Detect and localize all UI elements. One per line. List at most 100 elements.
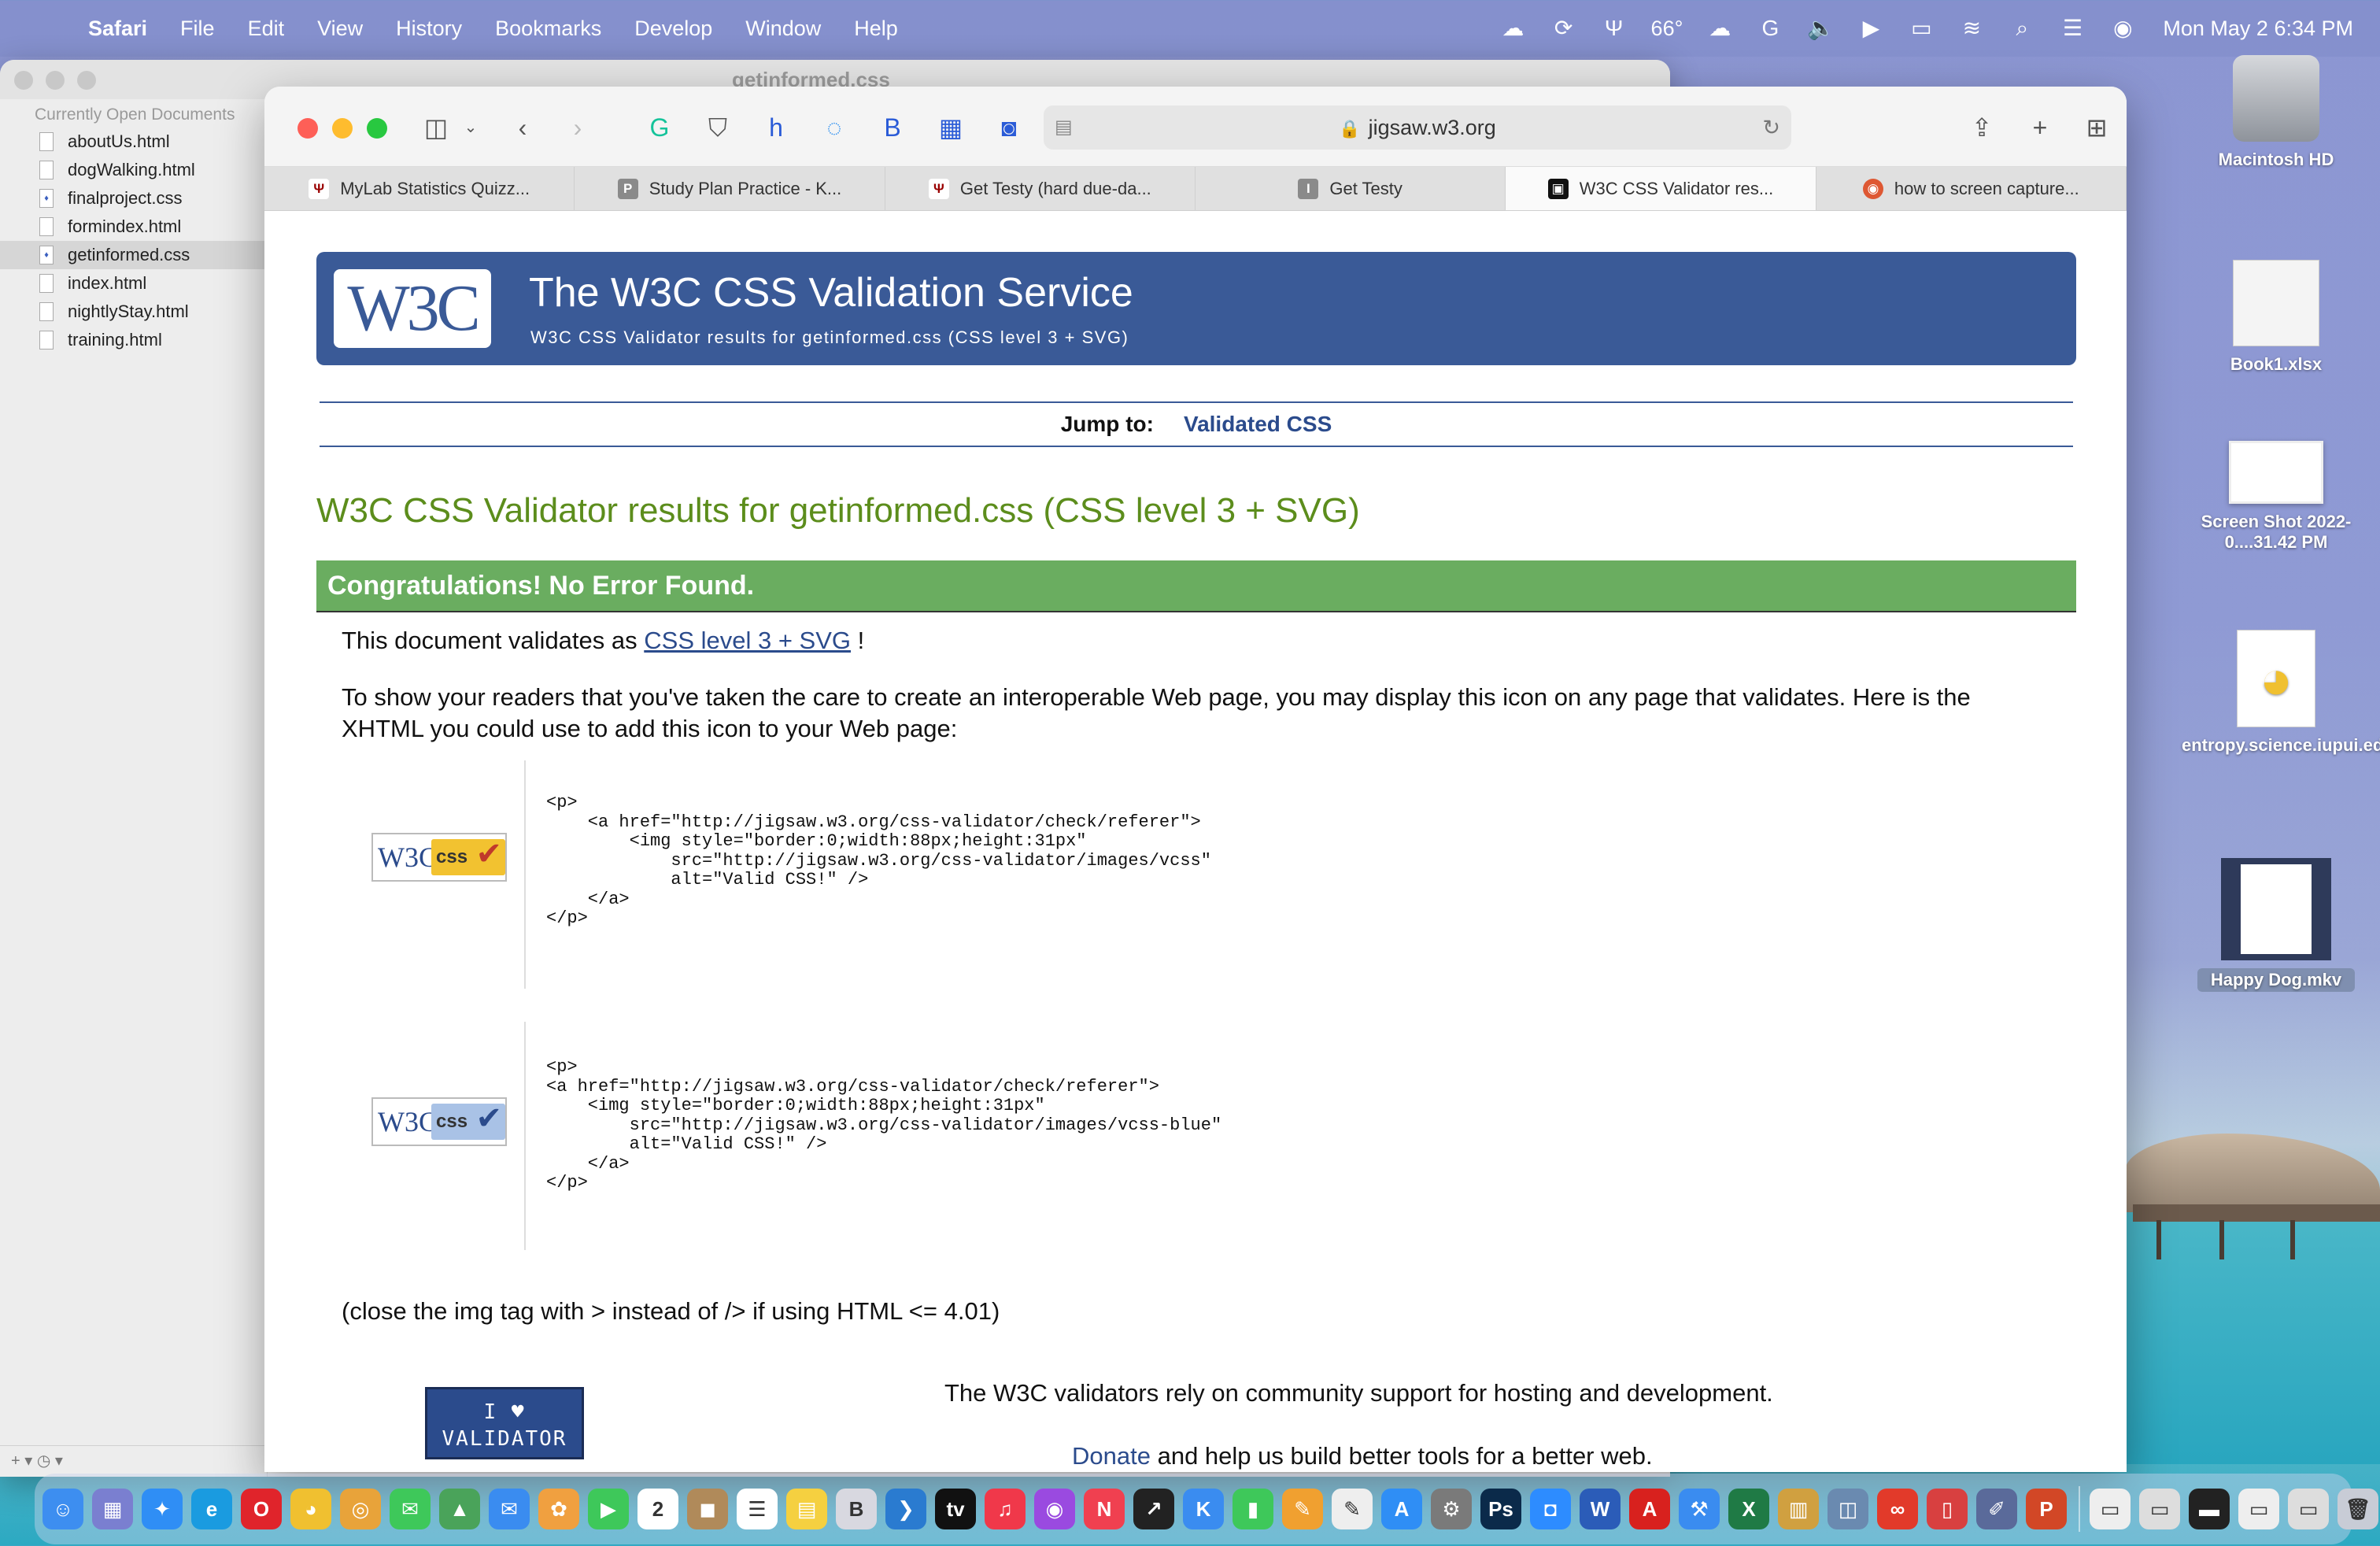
privacy-shield-icon[interactable]: ⛉	[700, 110, 735, 145]
circle-extension-icon[interactable]: ◌	[817, 110, 852, 145]
dock-app-facetime-icon[interactable]: ▶	[588, 1489, 629, 1529]
document-item[interactable]: index.html	[0, 269, 267, 298]
dock-app-reminders-icon[interactable]: ☰	[737, 1489, 778, 1529]
control-center-icon[interactable]: ☰	[2059, 15, 2086, 42]
dock-app-maps-icon[interactable]: ▲	[439, 1489, 480, 1529]
menu-window[interactable]: Window	[745, 17, 821, 41]
share-icon[interactable]: ⇪	[1964, 110, 1999, 145]
menu-help[interactable]: Help	[854, 17, 898, 41]
siri-icon[interactable]: ◉	[2109, 15, 2136, 42]
i-love-validator-badge[interactable]: I ♥ VALIDATOR	[425, 1387, 584, 1459]
valid-css-badge-gold[interactable]: W3C css ✔	[371, 833, 507, 882]
sidebar-footer-controls[interactable]: + ▾ ◷ ▾	[0, 1445, 268, 1477]
document-item[interactable]: ♦ finalproject.css	[0, 184, 267, 213]
document-item-selected[interactable]: ♦ getinformed.css	[0, 241, 267, 269]
weather-cloud-icon[interactable]: ☁	[1706, 15, 1733, 42]
dock-app-pen-app-icon[interactable]: ✐	[1976, 1489, 2017, 1529]
dock-app-chrome-icon[interactable]: ◎	[340, 1489, 381, 1529]
sync-status-icon[interactable]: ⟳	[1550, 15, 1577, 42]
document-item[interactable]: dogWalking.html	[0, 156, 267, 184]
dock-app-recent-1-icon[interactable]: ▭	[2090, 1489, 2131, 1529]
desktop-icon-book1[interactable]: Book1.xlsx	[2197, 260, 2355, 375]
tab-get-testy-hard[interactable]: Ψ Get Testy (hard due-da...	[885, 167, 1196, 210]
dock-app-trash-icon[interactable]: 🗑	[2338, 1489, 2378, 1529]
calendar-extension-icon[interactable]: ▦	[933, 110, 968, 145]
dock-app-app-store-icon[interactable]: A	[1381, 1489, 1422, 1529]
grammarly-extension-icon[interactable]: G	[642, 110, 677, 145]
dock-app-excel-icon[interactable]: X	[1728, 1489, 1769, 1529]
menu-edit[interactable]: Edit	[248, 17, 285, 41]
media-play-icon[interactable]: ▶	[1857, 15, 1884, 42]
donate-link[interactable]: Donate	[1072, 1442, 1151, 1470]
desktop-icon-cyberduck-bookmark[interactable]: ◕ entropy.science.iupui.edu...FTP.duck	[2174, 630, 2380, 756]
new-tab-plus-icon[interactable]: +	[2023, 110, 2057, 145]
dock-app-zoom-icon[interactable]: ◘	[1530, 1489, 1571, 1529]
dock-app-creative-cloud-icon[interactable]: ∞	[1877, 1489, 1918, 1529]
dock-app-numbers-icon[interactable]: ▮	[1232, 1489, 1273, 1529]
dock-app-contacts-icon[interactable]: ◼	[687, 1489, 728, 1529]
menu-clock[interactable]: Mon May 2 6:34 PM	[2163, 17, 2353, 41]
document-item[interactable]: nightlyStay.html	[0, 298, 267, 326]
dock-app-powerpoint-icon[interactable]: P	[2026, 1489, 2067, 1529]
dock-app-notes-icon[interactable]: ▤	[786, 1489, 827, 1529]
dock-app-word-icon[interactable]: W	[1580, 1489, 1621, 1529]
dock-app-textedit-icon[interactable]: ✎	[1332, 1489, 1373, 1529]
menu-app-name[interactable]: Safari	[88, 17, 147, 41]
dock-app-launchpad-icon[interactable]: ▦	[92, 1489, 133, 1529]
dock-app-recent-3-icon[interactable]: ▬	[2189, 1489, 2230, 1529]
document-item[interactable]: aboutUs.html	[0, 128, 267, 156]
honey-extension-icon[interactable]: h	[759, 110, 793, 145]
valid-css-badge-blue[interactable]: W3C css ✔	[371, 1097, 507, 1146]
dock-app-mail-icon[interactable]: ✉	[489, 1489, 530, 1529]
document-item[interactable]: training.html	[0, 326, 267, 354]
tab-study-plan[interactable]: P Study Plan Practice - K...	[575, 167, 885, 210]
address-bar[interactable]: ▤ 🔒 jigsaw.w3.org ↻	[1044, 105, 1791, 150]
dock-app-flashcards-icon[interactable]: ▯	[1927, 1489, 1968, 1529]
css-level-link[interactable]: CSS level 3 + SVG	[644, 627, 851, 654]
close-window-button[interactable]	[14, 71, 33, 90]
back-button-icon[interactable]: ‹	[505, 110, 540, 145]
tab-screen-capture[interactable]: ◉ how to screen capture...	[1816, 167, 2127, 210]
desktop-icon-macintosh-hd[interactable]: Macintosh HD	[2197, 55, 2355, 170]
dock-app-music-icon[interactable]: ♫	[985, 1489, 1026, 1529]
document-item[interactable]: formindex.html	[0, 213, 267, 241]
dock-app-chrome-edge-icon[interactable]: e	[191, 1489, 232, 1529]
menu-view[interactable]: View	[317, 17, 363, 41]
apple-menu-icon[interactable]	[28, 13, 60, 44]
tab-mylab[interactable]: Ψ MyLab Statistics Quizz...	[264, 167, 575, 210]
url-text[interactable]: jigsaw.w3.org	[1369, 116, 1496, 139]
creative-cloud-status-icon[interactable]: ☁	[1500, 15, 1527, 42]
dock-app-calendar-icon[interactable]: 2	[638, 1489, 678, 1529]
dock-app-cyberduck-icon[interactable]: ◕	[290, 1489, 331, 1529]
volume-icon[interactable]: 🔈	[1807, 15, 1835, 42]
dock-app-opera-icon[interactable]: O	[241, 1489, 282, 1529]
dock-app-pages-icon[interactable]: ✎	[1282, 1489, 1323, 1529]
dock-app-photos-icon[interactable]: ✿	[538, 1489, 579, 1529]
tab-get-testy[interactable]: I Get Testy	[1196, 167, 1506, 210]
battery-icon[interactable]: ▭	[1908, 15, 1935, 42]
validated-css-link[interactable]: Validated CSS	[1184, 412, 1332, 436]
zoom-window-button[interactable]	[367, 118, 387, 139]
dock-app-photoshop-icon[interactable]: Ps	[1480, 1489, 1521, 1529]
dock-app-finder-icon[interactable]: ☺	[42, 1489, 83, 1529]
screenshot-extension-icon[interactable]: ◙	[992, 110, 1026, 145]
dock-app-bbedit-icon[interactable]: B	[836, 1489, 877, 1529]
weather-temperature[interactable]: 66°	[1651, 17, 1683, 41]
dock-app-tv-icon[interactable]: tv	[935, 1489, 976, 1529]
utensils-icon[interactable]: Ψ	[1601, 15, 1628, 42]
close-window-button[interactable]	[298, 118, 318, 139]
dock-app-preview-icon[interactable]: ◫	[1828, 1489, 1868, 1529]
forward-button-icon[interactable]: ›	[560, 110, 595, 145]
wifi-icon[interactable]: ≋	[1958, 15, 1985, 42]
dock-app-acrobat-icon[interactable]: A	[1629, 1489, 1670, 1529]
dock-app-settings-icon[interactable]: ⚙	[1431, 1489, 1472, 1529]
reload-icon[interactable]: ↻	[1762, 105, 1780, 150]
dock-app-vscode-icon[interactable]: ❯	[885, 1489, 926, 1529]
sidebar-toggle-icon[interactable]: ◫	[419, 110, 453, 145]
dock-app-recent-5-icon[interactable]: ▭	[2288, 1489, 2329, 1529]
tab-w3c-validator[interactable]: ▣ W3C CSS Validator res...	[1506, 167, 1816, 210]
menu-bookmarks[interactable]: Bookmarks	[495, 17, 601, 41]
desktop-icon-happy-dog[interactable]: Happy Dog.mkv	[2197, 858, 2355, 992]
menu-file[interactable]: File	[180, 17, 215, 41]
dock-app-messages-icon[interactable]: ✉	[390, 1489, 431, 1529]
